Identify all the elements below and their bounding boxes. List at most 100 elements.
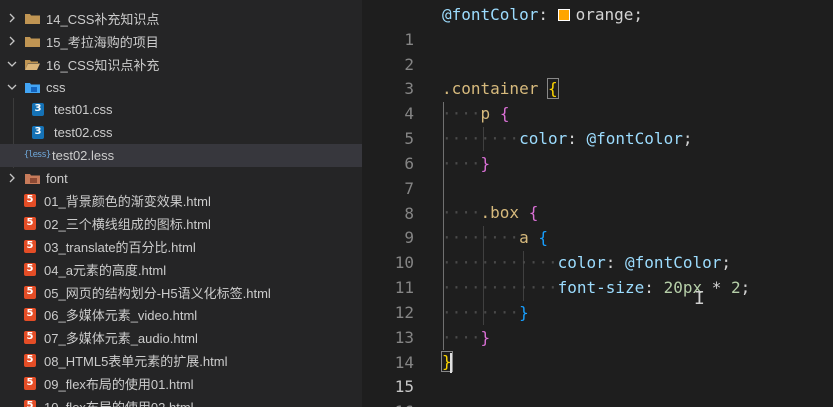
punctuation: : [605,253,626,272]
code-line: 2 [362,28,833,74]
brace: { [538,228,548,247]
tree-item-label: 14_CSS补充知识点 [46,11,160,27]
css-file-icon: 3 [32,125,44,139]
folder-open-icon [24,57,40,71]
tree-item-file-html[interactable]: 5 07_多媒体元素_audio.html [0,326,362,349]
tree-item-file-html[interactable]: 5 06_多媒体元素_video.html [0,303,362,326]
color-swatch-icon[interactable] [557,9,570,21]
folder-icon [24,34,40,48]
chevron-right-icon [6,172,18,184]
tree-item-file-html[interactable]: 5 09_flex布局的使用01.html [0,372,362,395]
html-file-icon: 5 [24,193,36,207]
tree-item-label: test01.css [54,101,113,117]
code-line: 13 ········} [362,301,833,347]
operator: * [702,278,731,297]
less-variable: @fontColor [586,129,683,148]
code-line: 9 ····.box { [362,201,833,247]
tree-item-file-html[interactable]: 5 01_背景颜色的渐变效果.html [0,189,362,212]
tree-item-label: 02_三个横线组成的图标.html [44,216,211,232]
css-file-icon: 3 [32,102,44,116]
html-file-icon: 5 [24,330,36,344]
tree-item-label: 05_网页的结构划分-H5语义化标签.html [44,285,271,301]
html-file-icon: 5 [24,376,36,390]
font-folder-icon [24,171,40,185]
tree-item-label: 16_CSS知识点补充 [46,57,160,73]
line-number: 16 [382,400,414,407]
chevron-right-icon [6,12,18,24]
chevron-right-icon [6,35,18,47]
brace: } [519,303,529,322]
tree-item-label: 03_translate的百分比.html [44,239,196,255]
brace: } [480,154,491,173]
tree-item-label: 06_多媒体元素_video.html [44,307,198,323]
chevron-down-icon [6,58,18,70]
tree-item-file-html[interactable]: 5 04_a元素的高度.html [0,258,362,281]
tree-item-label: 07_多媒体元素_audio.html [44,330,198,346]
punctuation: ; [633,5,644,24]
css-selector: p [480,104,491,123]
punctuation: : [538,5,558,24]
tree-item-file-test02-less[interactable]: {less} test02.less [0,144,362,167]
ibeam-cursor-icon: I [694,288,705,309]
code-line: 5 ····p { [362,102,833,148]
code-line: 6 ········color: @fontColor; [362,127,833,173]
tree-item-folder-15[interactable]: 15_考拉海购的项目 [0,30,362,53]
tree-item-folder-font[interactable]: font [0,167,362,190]
tree-item-file-test01-css[interactable]: 3 test01.css [0,98,362,121]
brace: { [528,203,539,222]
less-file-icon: {less} [23,150,52,161]
code-line: 1 @fontColor: orange; [362,3,833,49]
code-editor[interactable]: 1 @fontColor: orange; 2 3 4 .container {… [362,0,833,407]
punctuation: : [567,129,587,148]
code-line: 4 .container { [362,77,833,123]
code-line: 12 ············font-size: 20px * 2; [362,276,833,322]
tree-item-file-html[interactable]: 5 10_flex布局的使用02.html [0,395,362,407]
tree-item-label: 10_flex布局的使用02.html [44,397,194,407]
css-selector: a [519,228,529,247]
punctuation: : [644,278,664,297]
code-line: 7 ····} [362,152,833,198]
tree-item-folder-16[interactable]: 16_CSS知识点补充 [0,53,362,76]
css-folder-icon [24,80,40,94]
html-file-icon: 5 [24,399,36,407]
brace: { [547,78,559,99]
html-file-icon: 5 [24,239,36,253]
less-variable: @fontColor [442,5,539,24]
tree-item-file-test02-css[interactable]: 3 test02.css [0,121,362,144]
tree-item-label: test02.less [52,147,115,163]
brace: { [499,104,510,123]
code-line-active: 15 } [362,350,833,396]
tree-item-label: test02.css [54,124,113,140]
less-variable: @fontColor [625,253,722,272]
code-line: 8 [362,177,833,223]
tree-item-file-html[interactable]: 5 03_translate的百分比.html [0,235,362,258]
tree-item-folder-css[interactable]: css [0,76,362,99]
tree-item-label: 09_flex布局的使用01.html [44,376,194,392]
css-property: font-size [557,278,645,297]
brace: } [480,328,491,347]
color-value: orange [575,5,634,24]
css-property: color [519,129,568,148]
text-cursor [450,353,452,373]
code-line: 3 [362,52,833,98]
html-file-icon: 5 [24,262,36,276]
tree-item-file-html[interactable]: 5 02_三个横线组成的图标.html [0,212,362,235]
css-number: 2 [731,278,741,297]
html-file-icon: 5 [24,216,36,230]
folder-icon [24,11,40,25]
tree-item-label: css [46,79,66,95]
tree-item-file-html[interactable]: 5 08_HTML5表单元素的扩展.html [0,349,362,372]
html-file-icon: 5 [24,285,36,299]
css-selector: .box [480,203,520,222]
html-file-icon: 5 [24,307,36,321]
code-line: 11 ············color: @fontColor; [362,251,833,297]
punctuation: ; [682,129,693,148]
css-property: color [557,253,606,272]
chevron-down-icon [6,81,18,93]
punctuation: ; [740,278,751,297]
tree-item-label: 15_考拉海购的项目 [46,34,159,50]
tree-item-file-html[interactable]: 5 05_网页的结构划分-H5语义化标签.html [0,281,362,304]
tree-item-folder-14[interactable]: 14_CSS补充知识点 [0,7,362,30]
code-line: 10 ········a { [362,226,833,272]
code-line: 14 ····} [362,326,833,372]
